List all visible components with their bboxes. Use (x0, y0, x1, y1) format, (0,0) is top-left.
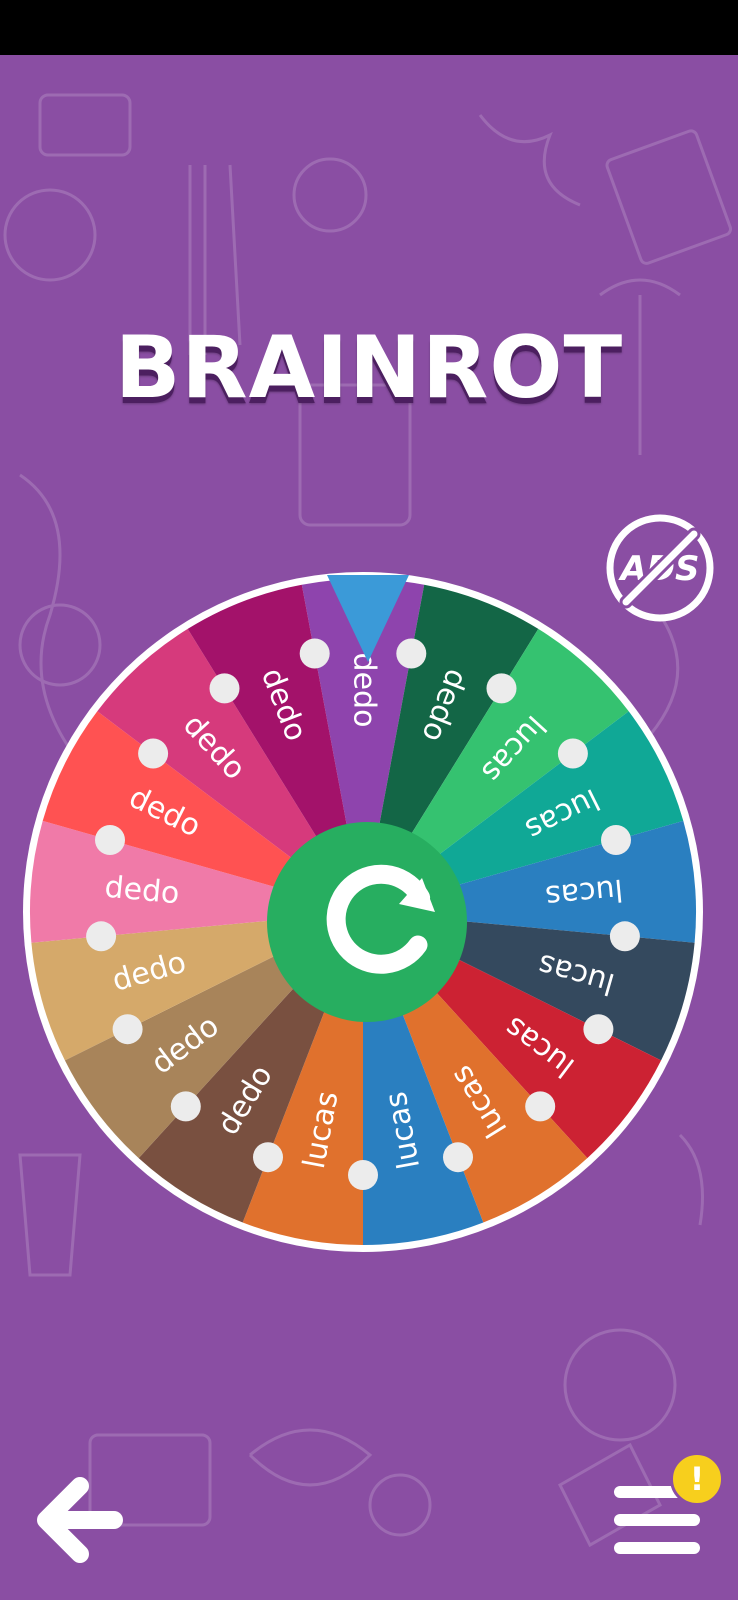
wheel-peg (253, 1142, 283, 1173)
wheel-peg (609, 921, 640, 952)
wheel-peg (486, 673, 517, 704)
wheel-peg (396, 638, 427, 669)
wheel-peg (525, 1091, 556, 1122)
wheel-peg (348, 1160, 378, 1190)
back-button[interactable] (34, 1470, 126, 1570)
wheel-peg (557, 738, 588, 769)
wheel-segment-label: dedo (103, 870, 181, 912)
wheel-peg (601, 825, 631, 855)
wheel-peg (209, 673, 240, 704)
wheel-peg (583, 1014, 614, 1045)
wheel-peg (443, 1142, 473, 1173)
spin-button[interactable] (267, 822, 467, 1022)
wheel-segment-label: dedo (347, 653, 382, 728)
wheel-segment-label: lucas (544, 871, 625, 913)
spin-wheel[interactable]: dedo dedolucaslucaslucaslucaslucaslucaslu… (0, 0, 738, 1600)
wheel-peg (138, 738, 169, 769)
menu-alert-badge: ! (670, 1452, 724, 1506)
arrow-left-icon (37, 1477, 123, 1563)
wheel-peg (299, 638, 330, 669)
wheel-peg (95, 825, 125, 855)
wheel-peg (86, 921, 117, 952)
wheel-peg (170, 1091, 201, 1122)
wheel-peg (112, 1014, 143, 1045)
